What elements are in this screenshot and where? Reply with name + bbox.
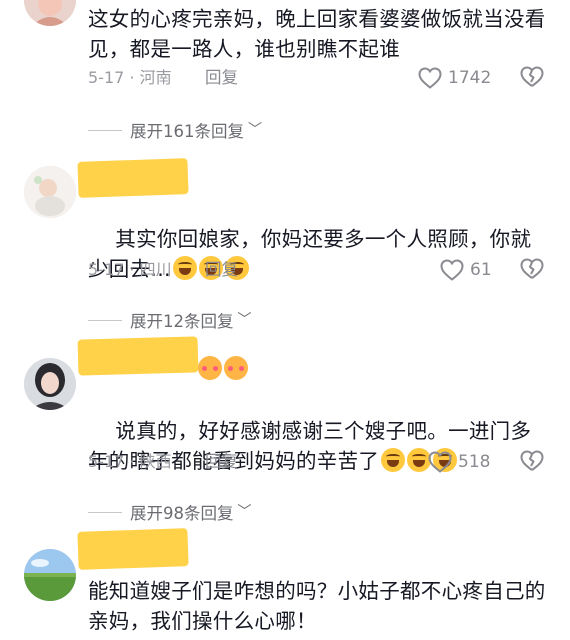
- comment-text: 其实你回娘家，你妈还要多一个人照顾，你就少回去...: [88, 194, 548, 314]
- reply-button[interactable]: 回复: [205, 65, 238, 91]
- username-redaction: [77, 528, 189, 570]
- broken-heart-icon: [520, 450, 544, 471]
- comment-meta: 5-17 · 四川 回复 61: [88, 257, 548, 283]
- username-redaction: [77, 158, 189, 198]
- like-button[interactable]: 61: [440, 257, 492, 283]
- avatar[interactable]: [24, 358, 76, 410]
- avatar[interactable]: [24, 0, 76, 26]
- expand-replies-button[interactable]: 展开12条回复 ﹀: [88, 307, 252, 333]
- expand-replies-label: 展开12条回复: [130, 312, 234, 331]
- expand-replies-label: 展开98条回复: [130, 504, 234, 523]
- avatar-image: [24, 166, 76, 218]
- comment-meta: 5-17 · 陕西 回复 518: [88, 449, 548, 475]
- like-count: 1742: [448, 68, 492, 88]
- comment-text: 能知道嫂子们是咋想的吗？小姑子都不心疼自己的亲妈，我们操什么心哪！: [88, 579, 546, 633]
- dislike-button[interactable]: [520, 449, 544, 481]
- expand-replies-button[interactable]: 展开98条回复 ﹀: [88, 499, 252, 525]
- like-button[interactable]: 1742: [418, 65, 491, 91]
- like-count: 61: [470, 260, 492, 280]
- smiling-hearts-emoji: [198, 356, 222, 380]
- expand-replies-button[interactable]: 展开161条回复 ﹀: [88, 117, 262, 143]
- username-redaction: [77, 336, 199, 376]
- smiling-hearts-emoji: [224, 356, 248, 380]
- dislike-button[interactable]: [520, 257, 544, 289]
- dislike-button[interactable]: [520, 65, 544, 97]
- heart-icon: [428, 451, 452, 473]
- expand-replies-label: 展开161条回复: [130, 122, 244, 141]
- comment-text: 这女的心疼完亲妈，晚上回家看婆婆做饭就当没看见，都是一路人，谁也别瞧不起谁: [88, 7, 546, 61]
- divider-line: [88, 319, 122, 321]
- chevron-down-icon: ﹀: [237, 504, 252, 520]
- comment-date-location: 5-17 · 四川: [88, 260, 172, 279]
- avatar[interactable]: [24, 549, 76, 601]
- reply-button[interactable]: 回复: [205, 449, 238, 475]
- comment-text: 说真的，好好感谢感谢三个嫂子吧。一进门多年的瞎子都能看到妈妈的辛苦了: [88, 386, 548, 506]
- chevron-down-icon: ﹀: [248, 122, 262, 138]
- comment-meta: 5-17 · 河南 回复 1742: [88, 65, 548, 91]
- comment-date-location: 5-17 · 陕西: [88, 452, 172, 471]
- avatar-image: [24, 0, 76, 26]
- avatar-image: [24, 549, 76, 601]
- broken-heart-icon: [520, 258, 544, 279]
- heart-icon: [418, 67, 442, 89]
- comment-date-location: 5-17 · 河南: [88, 68, 172, 87]
- heart-icon: [440, 259, 464, 281]
- like-count: 518: [458, 452, 491, 472]
- username-emojis: [196, 356, 248, 380]
- avatar-image: [24, 358, 76, 410]
- like-button[interactable]: 518: [428, 449, 490, 475]
- chevron-down-icon: ﹀: [237, 312, 252, 328]
- divider-line: [88, 129, 122, 131]
- reply-button[interactable]: 回复: [205, 257, 238, 283]
- divider-line: [88, 511, 122, 513]
- broken-heart-icon: [520, 66, 544, 87]
- avatar[interactable]: [24, 166, 76, 218]
